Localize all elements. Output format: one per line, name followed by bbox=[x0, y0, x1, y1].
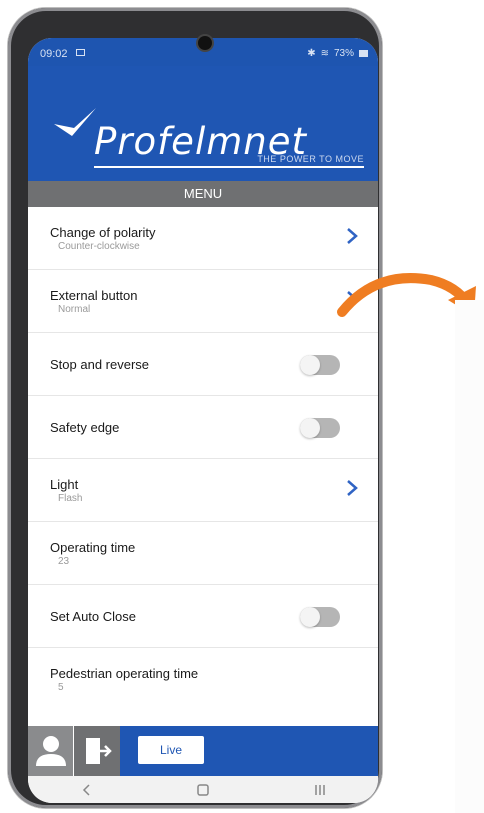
front-camera bbox=[198, 36, 212, 50]
setting-title: Pedestrian operating time bbox=[50, 666, 199, 681]
setting-title: Set Auto Close bbox=[50, 609, 136, 624]
brand-mark-icon bbox=[54, 108, 96, 136]
back-nav-button[interactable] bbox=[66, 779, 106, 801]
setting-value: 23 bbox=[58, 556, 70, 567]
safety-edge-toggle[interactable] bbox=[300, 418, 340, 438]
back-icon bbox=[83, 783, 90, 796]
toggle-knob bbox=[300, 607, 320, 627]
stop-and-reverse-toggle[interactable] bbox=[300, 355, 340, 375]
user-tab[interactable] bbox=[28, 726, 74, 776]
setting-pedestrian-operating-time[interactable]: Pedestrian operating time 5 bbox=[28, 648, 378, 710]
setting-value: Counter-clockwise bbox=[58, 241, 140, 252]
exit-door-icon bbox=[86, 738, 112, 764]
status-time: 09:02 bbox=[40, 48, 68, 60]
logo-underline bbox=[94, 166, 364, 168]
setting-title: Stop and reverse bbox=[50, 357, 150, 372]
setting-title: Operating time bbox=[50, 540, 136, 555]
settings-list: Change of polarity Counter-clockwise Ext… bbox=[28, 207, 378, 710]
setting-value: 5 bbox=[58, 682, 64, 693]
setting-safety-edge: Safety edge bbox=[28, 396, 378, 459]
gallery-notification-icon bbox=[76, 49, 85, 56]
auto-close-toggle[interactable] bbox=[300, 607, 340, 627]
bluetooth-icon: ✱ bbox=[307, 48, 316, 59]
setting-value: Flash bbox=[58, 493, 83, 504]
setting-external-button[interactable]: External button Normal bbox=[28, 270, 378, 333]
system-nav-bar bbox=[28, 776, 378, 803]
setting-light[interactable]: Light Flash bbox=[28, 459, 378, 522]
status-indicators: ✱ ≋ 73% bbox=[307, 48, 368, 59]
setting-title: Light bbox=[50, 477, 79, 492]
setting-set-auto-close: Set Auto Close bbox=[28, 585, 378, 648]
exit-tab[interactable] bbox=[74, 726, 120, 776]
setting-title: Change of polarity bbox=[50, 225, 156, 240]
app-screen: 09:02 ✱ ≋ 73% Profelmnet THE POWER TO MO… bbox=[28, 38, 378, 803]
home-nav-button[interactable] bbox=[183, 779, 223, 801]
recents-nav-button[interactable] bbox=[300, 779, 340, 801]
home-icon bbox=[197, 783, 209, 796]
right-edge-panel bbox=[455, 300, 484, 813]
live-button[interactable]: Live bbox=[138, 736, 204, 764]
toggle-knob bbox=[300, 418, 320, 438]
battery-icon bbox=[359, 50, 368, 57]
user-icon bbox=[36, 736, 66, 766]
chevron-right-icon[interactable] bbox=[346, 479, 358, 497]
toggle-knob bbox=[300, 355, 320, 375]
battery-percent: 73% bbox=[333, 48, 354, 59]
setting-change-of-polarity[interactable]: Change of polarity Counter-clockwise bbox=[28, 207, 378, 270]
brand-tagline: THE POWER TO MOVE bbox=[257, 154, 364, 164]
chevron-right-icon[interactable] bbox=[346, 227, 358, 245]
setting-stop-and-reverse: Stop and reverse bbox=[28, 333, 378, 396]
setting-operating-time[interactable]: Operating time 23 bbox=[28, 522, 378, 585]
menu-title: MENU bbox=[28, 181, 378, 207]
setting-title: Safety edge bbox=[50, 420, 120, 435]
setting-value: Normal bbox=[58, 304, 91, 315]
phone-frame: 09:02 ✱ ≋ 73% Profelmnet THE POWER TO MO… bbox=[8, 8, 382, 808]
setting-title: External button bbox=[50, 288, 138, 303]
wifi-icon: ≋ bbox=[320, 48, 329, 59]
bottom-toolbar: Live bbox=[28, 726, 378, 776]
recents-icon bbox=[314, 784, 325, 795]
